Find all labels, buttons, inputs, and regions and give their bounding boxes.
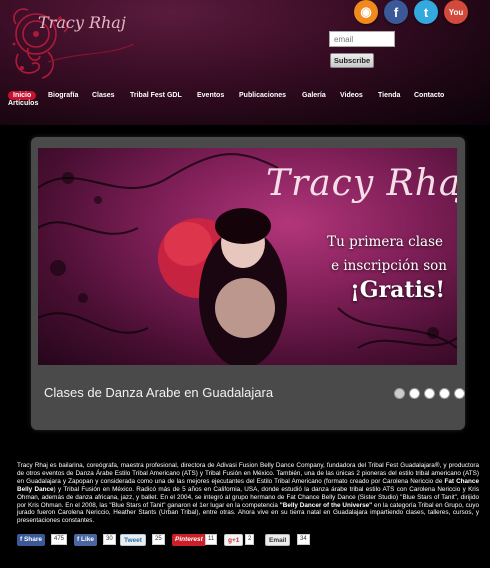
nav-item-videos[interactable]: Videos	[340, 92, 363, 99]
site-header: Tracy Rhaj ◉ f t You Subscribe Inicio Bi…	[0, 0, 490, 125]
pinterest-button[interactable]: Pinterest	[172, 534, 206, 546]
nav-item-contacto[interactable]: Contacto	[414, 92, 444, 99]
slider-dot[interactable]	[409, 388, 420, 399]
bio-bold-text: "Belly Dancer of the Universe"	[279, 501, 373, 509]
slide-title: Tracy Rhaj	[266, 163, 457, 204]
slide-line-2: e inscripción son	[331, 258, 447, 274]
nav-item-galeria[interactable]: Galería	[302, 92, 326, 99]
email-count: 34	[297, 534, 310, 545]
share-count: 475	[51, 534, 68, 545]
slide-image[interactable]: Tracy Rhaj Tu primera clase e inscripció…	[38, 148, 457, 365]
subscribe-button[interactable]: Subscribe	[330, 53, 374, 68]
slider-dots	[394, 388, 465, 399]
google-plus-button[interactable]: g+1	[224, 534, 244, 546]
nav-item-inicio[interactable]: Inicio	[8, 91, 37, 100]
nav-item-publicaciones[interactable]: Publicaciones	[239, 92, 286, 99]
youtube-icon[interactable]: You	[444, 0, 468, 24]
email-share-button[interactable]: Email	[265, 534, 291, 546]
facebook-icon[interactable]: f	[384, 0, 408, 24]
slider-dot[interactable]	[394, 388, 405, 399]
logo-text: Tracy Rhaj	[38, 13, 126, 32]
nav-item-eventos[interactable]: Eventos	[197, 92, 224, 99]
social-icons: ◉ f t You	[354, 0, 468, 24]
like-count: 30	[103, 534, 116, 545]
main-nav: Inicio Biografía Clases Tribal Fest GDL …	[8, 91, 478, 110]
nav-item-tienda[interactable]: Tienda	[378, 92, 400, 99]
slider-caption-bar: Clases de Danza Arabe en Guadalajara	[31, 372, 465, 416]
twitter-icon[interactable]: t	[414, 0, 438, 24]
nav-item-biografia[interactable]: Biografía	[48, 92, 78, 99]
pin-count: 11	[205, 534, 218, 545]
slider-dot[interactable]	[424, 388, 435, 399]
nav-item-tribal-fest[interactable]: Tribal Fest GDL	[130, 92, 182, 99]
facebook-share-button[interactable]: f Share	[17, 534, 46, 546]
facebook-like-button[interactable]: f Like	[74, 534, 97, 546]
slide-line-3: ¡Gratis!	[350, 277, 445, 303]
nav-item-clases[interactable]: Clases	[92, 92, 115, 99]
slider-dot[interactable]	[439, 388, 450, 399]
nav-item-articulos[interactable]: Artículos	[8, 100, 38, 107]
tweet-button[interactable]: Tweet	[120, 534, 146, 546]
tweet-count: 25	[152, 534, 165, 545]
slide-line-1: Tu primera clase	[327, 234, 443, 250]
slide-caption[interactable]: Clases de Danza Arabe en Guadalajara	[44, 385, 273, 400]
email-input[interactable]	[329, 31, 395, 47]
slider-dot[interactable]	[454, 388, 465, 399]
bio-text: Tracy Rhaj es bailarina, coreógrafa, mae…	[17, 462, 479, 485]
bio-paragraph: Tracy Rhaj es bailarina, coreógrafa, mae…	[17, 462, 479, 525]
rss-icon[interactable]: ◉	[354, 0, 378, 24]
plus-count: 2	[245, 534, 255, 545]
